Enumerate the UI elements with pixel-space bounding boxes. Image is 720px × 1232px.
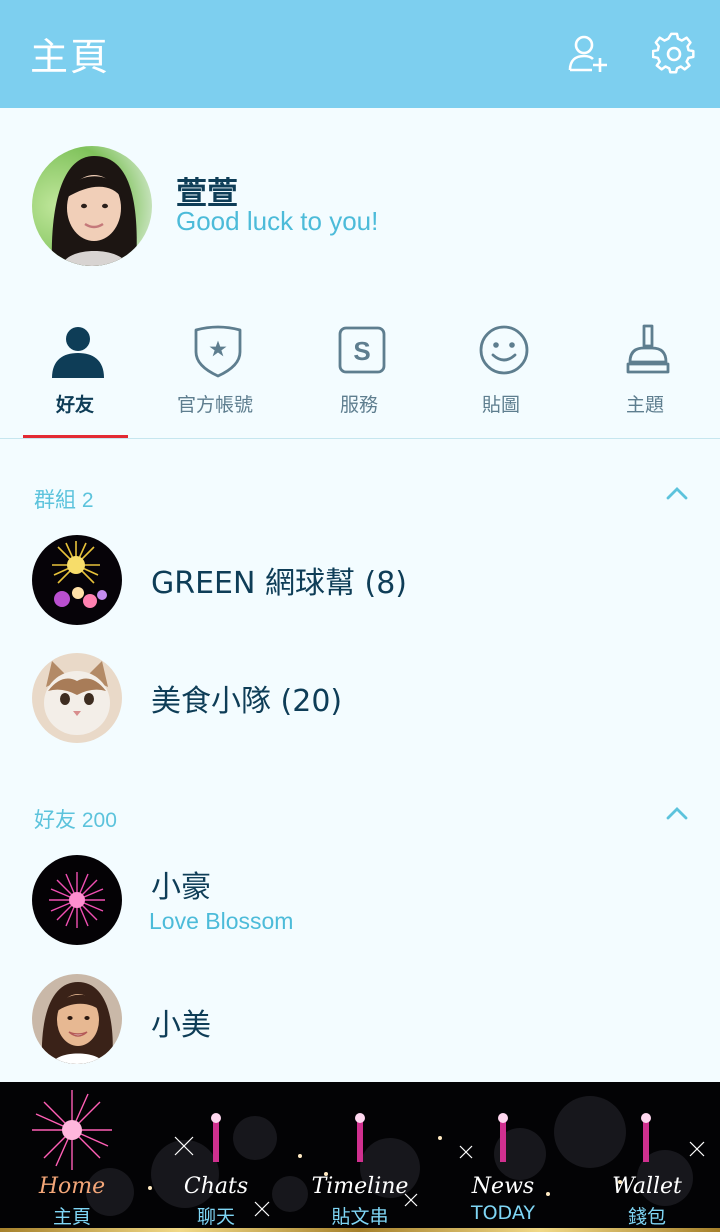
svg-text:S: S bbox=[353, 336, 370, 366]
tab-friends[interactable]: 好友 bbox=[3, 318, 147, 438]
smiley-icon bbox=[479, 325, 529, 375]
chevron-up-icon[interactable] bbox=[666, 486, 688, 500]
category-tabs: 好友 官方帳號 S 服務 貼圖 主題 bbox=[0, 318, 720, 438]
friend-name[interactable]: 小美 bbox=[151, 1000, 211, 1044]
bottom-navigation: Home 主頁 Chats 聊天 Timeline 貼文串 News TODAY… bbox=[0, 1082, 720, 1232]
nav-label-en: Home bbox=[38, 1174, 106, 1199]
nav-label-zh: 錢包 bbox=[627, 1206, 666, 1228]
tab-label: 服務 bbox=[339, 394, 378, 416]
group-name[interactable]: GREEN 網球幫 (8) bbox=[151, 558, 407, 602]
tab-label: 貼圖 bbox=[481, 394, 520, 416]
nav-label-zh: 貼文串 bbox=[331, 1206, 389, 1228]
brush-icon bbox=[626, 324, 670, 374]
nav-wallet[interactable]: Wallet 錢包 bbox=[575, 1082, 719, 1228]
app-header: 主頁 bbox=[0, 0, 720, 108]
tab-label: 官方帳號 bbox=[176, 394, 253, 416]
tab-services[interactable]: S 服務 bbox=[287, 318, 431, 438]
profile-status-message: Good luck to you! bbox=[176, 206, 379, 236]
tab-official-accounts[interactable]: 官方帳號 bbox=[143, 318, 287, 438]
add-friend-icon[interactable] bbox=[566, 32, 610, 76]
chevron-up-icon[interactable] bbox=[666, 806, 688, 820]
person-icon bbox=[52, 327, 104, 378]
nav-label-zh: TODAY bbox=[471, 1202, 535, 1224]
friend-avatar-woman[interactable] bbox=[32, 974, 122, 1064]
friend-avatar-firework[interactable] bbox=[32, 855, 122, 945]
tab-label: 好友 bbox=[55, 394, 94, 416]
groups-section-title: 群組 2 bbox=[34, 489, 94, 512]
friend-status-message: Love Blossom bbox=[149, 908, 294, 934]
profile-avatar[interactable] bbox=[32, 146, 152, 266]
nav-label-en: Timeline bbox=[311, 1174, 409, 1199]
tab-stickers[interactable]: 貼圖 bbox=[429, 318, 573, 438]
service-s-icon: S bbox=[338, 326, 386, 374]
nav-chats[interactable]: Chats 聊天 bbox=[144, 1082, 288, 1228]
nav-label-en: Chats bbox=[183, 1174, 249, 1199]
group-avatar-fireworks[interactable] bbox=[32, 535, 122, 625]
group-name[interactable]: 美食小隊 (20) bbox=[151, 676, 342, 720]
nav-label-en: News bbox=[471, 1174, 535, 1199]
nav-home[interactable]: Home 主頁 bbox=[0, 1082, 144, 1228]
tab-label: 主題 bbox=[625, 394, 664, 416]
group-avatar-cat[interactable] bbox=[32, 653, 122, 743]
nav-label-zh: 聊天 bbox=[196, 1206, 235, 1228]
divider bbox=[0, 438, 720, 439]
nav-label-zh: 主頁 bbox=[52, 1206, 91, 1228]
shield-star-icon bbox=[194, 325, 242, 378]
friend-name[interactable]: 小豪 bbox=[151, 862, 211, 906]
nav-label-en: Wallet bbox=[612, 1174, 682, 1199]
gear-icon[interactable] bbox=[652, 32, 696, 76]
tab-themes[interactable]: 主題 bbox=[573, 318, 717, 438]
nav-timeline[interactable]: Timeline 貼文串 bbox=[288, 1082, 432, 1228]
decorative-strip bbox=[0, 1228, 720, 1232]
friends-section-title: 好友 200 bbox=[34, 809, 117, 832]
nav-news[interactable]: News TODAY bbox=[431, 1082, 575, 1228]
page-title: 主頁 bbox=[30, 35, 111, 79]
